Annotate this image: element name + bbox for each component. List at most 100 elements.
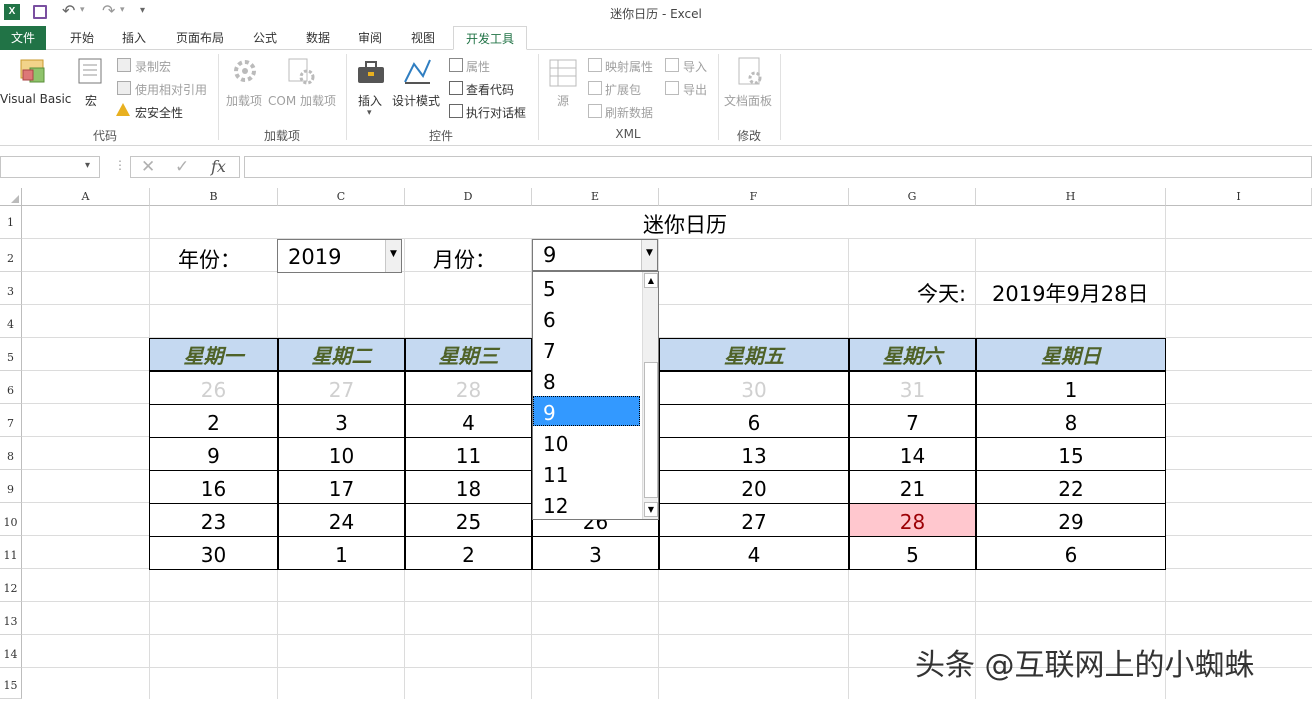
document-panel-icon[interactable]: [735, 56, 765, 86]
com-addins-icon[interactable]: [286, 56, 316, 86]
calendar-day-cell[interactable]: 9: [149, 437, 278, 471]
tab-file[interactable]: 文件: [0, 26, 46, 50]
macros-button[interactable]: 宏: [85, 92, 97, 109]
calendar-day-cell[interactable]: 7: [849, 404, 976, 438]
xml-import-icon[interactable]: [665, 58, 679, 72]
column-header-b[interactable]: B: [150, 188, 278, 206]
visual-basic-button[interactable]: Visual Basic: [0, 92, 71, 106]
month-option[interactable]: 11: [533, 458, 640, 488]
xml-export-icon[interactable]: [665, 81, 679, 95]
calendar-day-cell[interactable]: 2: [149, 404, 278, 438]
tab-developer[interactable]: 开发工具: [453, 26, 527, 50]
row-header-3[interactable]: 3: [0, 272, 22, 305]
insert-dropdown-icon[interactable]: ▾: [367, 108, 372, 118]
calendar-day-cell[interactable]: 31: [849, 371, 976, 405]
tab-formulas[interactable]: 公式: [244, 26, 286, 50]
calendar-day-cell[interactable]: 22: [976, 470, 1166, 504]
column-header-f[interactable]: F: [659, 188, 849, 206]
calendar-today-cell[interactable]: 28: [849, 503, 976, 537]
tab-insert[interactable]: 插入: [112, 26, 156, 50]
row-header-10[interactable]: 10: [0, 503, 22, 536]
calendar-day-cell[interactable]: 4: [659, 536, 849, 570]
calendar-day-cell[interactable]: 15: [976, 437, 1166, 471]
design-mode-icon[interactable]: [402, 56, 432, 86]
row-header-2[interactable]: 2: [0, 239, 22, 272]
column-header-e[interactable]: E: [532, 188, 659, 206]
map-properties-button[interactable]: 映射属性: [605, 58, 653, 75]
xml-import-button[interactable]: 导入: [683, 58, 707, 75]
row-header-1[interactable]: 1: [0, 206, 22, 239]
name-box-dropdown-icon[interactable]: ▾: [85, 160, 90, 171]
calendar-day-cell[interactable]: 29: [976, 503, 1166, 537]
calendar-day-cell[interactable]: 4: [405, 404, 532, 438]
calendar-day-cell[interactable]: 3: [532, 536, 659, 570]
row-header-4[interactable]: 4: [0, 305, 22, 338]
toolbox-icon[interactable]: [356, 58, 386, 88]
refresh-data-button[interactable]: 刷新数据: [605, 104, 653, 121]
row-header-11[interactable]: 11: [0, 536, 22, 569]
month-option[interactable]: 7: [533, 334, 640, 364]
calendar-day-cell[interactable]: 3: [278, 404, 405, 438]
column-header-c[interactable]: C: [278, 188, 405, 206]
calendar-day-cell[interactable]: 14: [849, 437, 976, 471]
tab-view[interactable]: 视图: [400, 26, 446, 50]
tab-review[interactable]: 审阅: [348, 26, 392, 50]
calendar-day-cell[interactable]: 18: [405, 470, 532, 504]
addins-icon[interactable]: [230, 56, 260, 86]
expansion-packs-icon[interactable]: [588, 81, 602, 95]
view-code-button[interactable]: 查看代码: [466, 81, 514, 98]
com-addins-button[interactable]: COM 加载项: [268, 92, 336, 109]
calendar-day-cell[interactable]: 6: [976, 536, 1166, 570]
calendar-day-cell[interactable]: 21: [849, 470, 976, 504]
properties-button[interactable]: 属性: [466, 58, 490, 75]
calendar-day-cell[interactable]: 10: [278, 437, 405, 471]
calendar-day-cell[interactable]: 17: [278, 470, 405, 504]
tab-page-layout[interactable]: 页面布局: [164, 26, 236, 50]
row-header-15[interactable]: 15: [0, 668, 22, 699]
year-combo-dropdown-button[interactable]: ▼: [385, 240, 401, 272]
map-properties-icon[interactable]: [588, 58, 602, 72]
scroll-down-button[interactable]: ▼: [644, 502, 658, 517]
row-header-14[interactable]: 14: [0, 635, 22, 668]
row-header-9[interactable]: 9: [0, 470, 22, 503]
record-macro-icon[interactable]: [117, 58, 131, 72]
calendar-day-cell[interactable]: 28: [405, 371, 532, 405]
year-combo[interactable]: 2019 ▼: [277, 239, 402, 273]
month-dropdown-list[interactable]: 5 6 7 8 9 10 11 12 ▲ ▼: [532, 271, 659, 520]
scroll-thumb[interactable]: [644, 362, 658, 498]
column-header-a[interactable]: A: [22, 188, 150, 206]
row-header-8[interactable]: 8: [0, 437, 22, 470]
tab-data[interactable]: 数据: [296, 26, 340, 50]
column-header-h[interactable]: H: [976, 188, 1166, 206]
month-option[interactable]: 6: [533, 303, 640, 333]
calendar-day-cell[interactable]: 25: [405, 503, 532, 537]
column-header-d[interactable]: D: [405, 188, 532, 206]
insert-control-button[interactable]: 插入: [358, 92, 382, 109]
tab-home[interactable]: 开始: [60, 26, 104, 50]
properties-icon[interactable]: [449, 58, 463, 72]
month-option[interactable]: 8: [533, 365, 640, 395]
calendar-day-cell[interactable]: 26: [149, 371, 278, 405]
calendar-day-cell[interactable]: 30: [149, 536, 278, 570]
select-all-corner[interactable]: [0, 188, 22, 206]
calendar-day-cell[interactable]: 13: [659, 437, 849, 471]
relative-refs-icon[interactable]: [117, 81, 131, 95]
refresh-data-icon[interactable]: [588, 104, 602, 118]
row-header-5[interactable]: 5: [0, 338, 22, 371]
row-header-6[interactable]: 6: [0, 371, 22, 404]
month-combo-dropdown-button[interactable]: ▼: [641, 240, 657, 270]
run-dialog-icon[interactable]: [449, 104, 463, 118]
xml-export-button[interactable]: 导出: [683, 81, 707, 98]
calendar-day-cell[interactable]: 6: [659, 404, 849, 438]
row-header-7[interactable]: 7: [0, 404, 22, 437]
macro-security-button[interactable]: 宏安全性: [135, 104, 183, 121]
enter-icon[interactable]: ✓: [175, 157, 189, 177]
calendar-day-cell[interactable]: 27: [659, 503, 849, 537]
month-option[interactable]: 10: [533, 427, 640, 457]
calendar-day-cell[interactable]: 2: [405, 536, 532, 570]
run-dialog-button[interactable]: 执行对话框: [466, 104, 526, 121]
calendar-day-cell[interactable]: 5: [849, 536, 976, 570]
xml-source-button[interactable]: 源: [557, 92, 569, 109]
xml-source-icon[interactable]: [548, 58, 578, 88]
name-box[interactable]: ▾: [0, 156, 100, 178]
